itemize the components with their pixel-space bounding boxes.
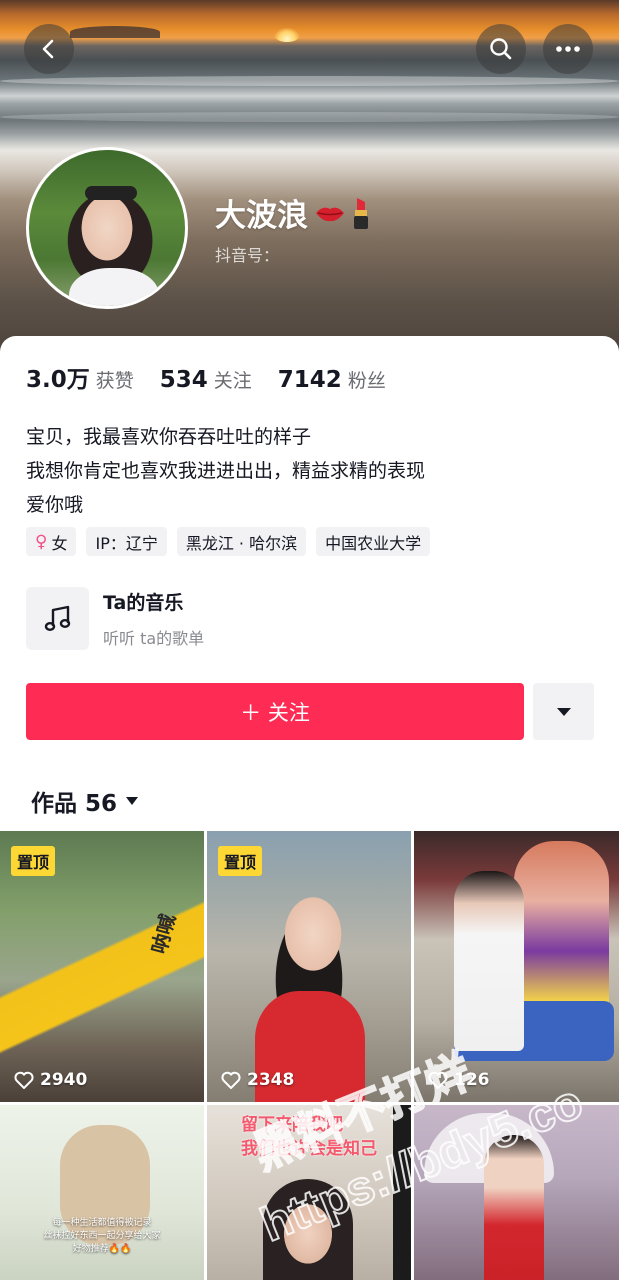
video-grid: 呐喊 置顶 2940 置顶 2348 126 每一种生活都值得被记录 丝袜控好东… — [0, 831, 619, 1280]
back-button[interactable] — [24, 24, 74, 74]
recommend-dropdown-button[interactable] — [533, 683, 594, 740]
tag-gender: ♀ 女 — [26, 527, 77, 556]
video-likes: 2940 — [14, 1070, 87, 1090]
video-likes: 2348 — [221, 1070, 294, 1090]
bio-line: 宝贝，我最喜欢你吞吞吐吐的样子 — [26, 426, 312, 448]
music-entry[interactable]: Ta的音乐 听听 ta的歌单 — [26, 587, 204, 650]
video-likes: 126 — [428, 1070, 490, 1090]
stat-likes[interactable]: 3.0万 获赞 — [26, 360, 134, 394]
video-caption-line: 留下来陪我吧 — [241, 1115, 343, 1135]
video-edge — [393, 1105, 411, 1280]
video-tile[interactable]: 留下来陪我吧 我们也许会是知己 — [207, 1105, 411, 1280]
music-icon-box — [26, 587, 89, 650]
video-likes-count: 2348 — [247, 1070, 295, 1090]
video-figure — [484, 1135, 544, 1280]
pinned-badge: 置顶 — [11, 846, 56, 876]
video-tile[interactable]: 126 — [414, 831, 619, 1102]
avatar[interactable] — [26, 147, 188, 309]
tag-text: 中国农业大学 — [325, 533, 422, 553]
music-note-icon — [44, 605, 70, 631]
ellipsis-icon — [556, 46, 580, 52]
follow-button[interactable]: ＋ 关注 — [26, 683, 524, 740]
video-tile[interactable] — [414, 1105, 619, 1280]
stat-value: 534 — [159, 367, 208, 393]
lipstick-emoji — [354, 197, 368, 229]
profile-name-text: 大波浪 — [215, 198, 308, 234]
video-caption-line: 丝袜控好东西一起分享给大家 — [43, 1231, 161, 1241]
search-button[interactable] — [476, 24, 526, 74]
video-tile[interactable]: 每一种生活都值得被记录 丝袜控好东西一起分享给大家 好物推荐🔥🔥 — [0, 1105, 204, 1280]
triangle-down-icon — [556, 707, 571, 716]
profile-name: 大波浪 — [215, 190, 370, 235]
video-caption: 留下来陪我吧 我们也许会是知己 — [241, 1113, 377, 1161]
works-tab[interactable]: 作品 56 — [31, 784, 139, 818]
douyin-id-label: 抖音号： — [215, 246, 280, 265]
cover-island — [70, 26, 160, 38]
chevron-left-icon — [42, 39, 54, 59]
bio-line: 我想你肯定也喜欢我进进出出，精益求精的表现 — [26, 460, 426, 482]
female-icon: ♀ — [35, 531, 48, 552]
cover-sun — [274, 28, 300, 42]
more-options-button[interactable] — [543, 24, 593, 74]
heart-icon — [221, 1071, 241, 1089]
stat-label: 关注 — [213, 370, 252, 392]
video-caption-line: 好物推荐🔥🔥 — [72, 1244, 132, 1254]
stat-label: 获赞 — [95, 370, 134, 392]
video-figure — [263, 1179, 353, 1280]
video-tile[interactable]: 呐喊 置顶 2940 — [0, 831, 204, 1102]
video-figure — [454, 871, 524, 1051]
avatar-sunglasses — [85, 186, 137, 200]
video-likes-count: 2940 — [40, 1070, 88, 1090]
search-icon — [490, 38, 512, 60]
avatar-shirt — [69, 268, 159, 306]
tag-location[interactable]: 黑龙江 · 哈尔滨 — [176, 527, 307, 556]
video-likes-count: 126 — [454, 1070, 490, 1090]
bio-line: 爱你哦 — [26, 494, 84, 516]
video-caption-line: 每一种生活都值得被记录 — [52, 1218, 152, 1228]
video-tile[interactable]: 置顶 2348 — [207, 831, 411, 1102]
video-overlay-text: 呐喊 — [146, 911, 181, 957]
profile-bio: 宝贝，我最喜欢你吞吞吐吐的样子 我想你肯定也喜欢我进进出出，精益求精的表现 爱你… — [26, 420, 425, 522]
heart-icon — [428, 1071, 448, 1089]
works-label: 作品 56 — [31, 791, 118, 817]
profile-tags: ♀ 女 IP：辽宁 黑龙江 · 哈尔滨 中国农业大学 — [26, 527, 431, 556]
stat-value: 7142 — [277, 367, 342, 393]
heart-icon — [14, 1071, 34, 1089]
tag-text: 女 — [51, 533, 68, 553]
cover-wave — [0, 76, 619, 86]
kiss-lips-emoji — [316, 207, 344, 221]
pinned-badge: 置顶 — [218, 846, 263, 876]
video-caption-line: 我们也许会是知己 — [241, 1139, 377, 1159]
tag-text: 黑龙江 · 哈尔滨 — [185, 533, 298, 553]
stat-value: 3.0万 — [26, 367, 90, 393]
stat-followers[interactable]: 7142 粉丝 — [278, 366, 386, 393]
follow-label: ＋ 关注 — [240, 700, 310, 725]
video-caption: 每一种生活都值得被记录 丝袜控好东西一起分享给大家 好物推荐🔥🔥 — [0, 1217, 204, 1256]
stat-following[interactable]: 534 关注 — [160, 366, 252, 393]
music-subtitle: 听听 ta的歌单 — [103, 629, 205, 648]
triangle-down-icon — [126, 797, 139, 805]
tag-text: IP：辽宁 — [95, 533, 158, 553]
stat-label: 粉丝 — [347, 370, 386, 392]
music-title: Ta的音乐 — [103, 592, 184, 614]
tag-ip: IP：辽宁 — [86, 527, 167, 556]
cover-wave — [0, 112, 619, 122]
profile-stats: 3.0万 获赞 534 关注 7142 粉丝 — [26, 360, 412, 394]
tag-school[interactable]: 中国农业大学 — [316, 527, 431, 556]
